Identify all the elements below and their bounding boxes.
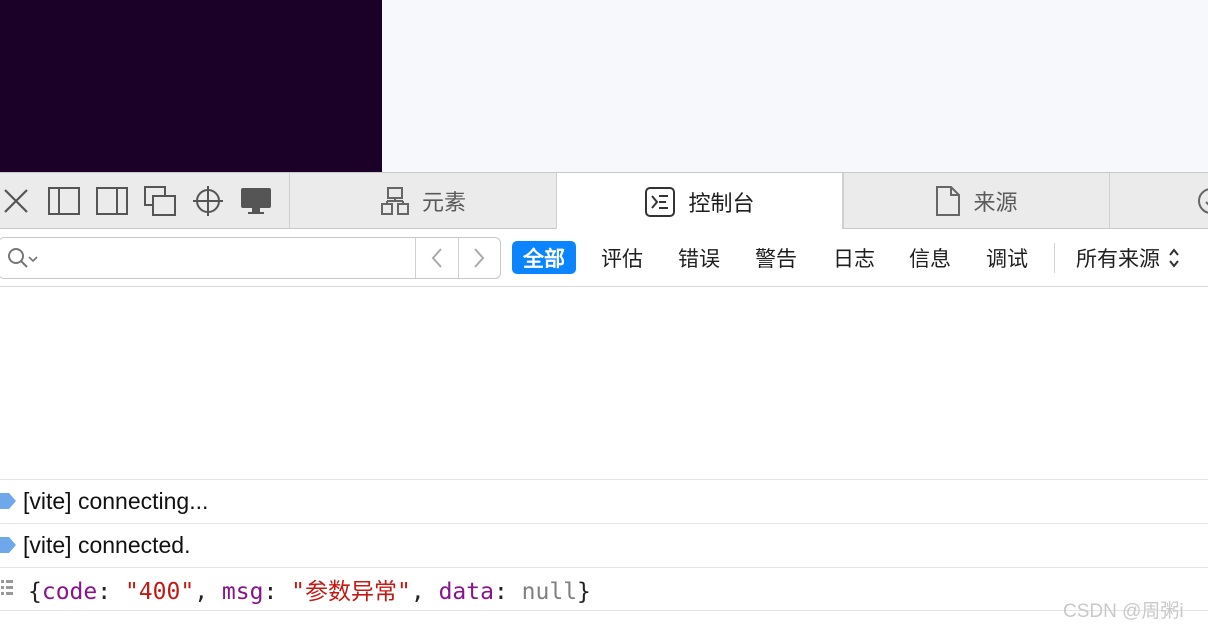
- dock-right-icon[interactable]: [94, 183, 130, 219]
- document-icon: [935, 185, 961, 217]
- log-row[interactable]: [vite] connecting...: [0, 479, 1208, 523]
- tab-sources[interactable]: 来源: [843, 173, 1109, 229]
- log-row[interactable]: [vite] connected.: [0, 523, 1208, 567]
- page-preview: [0, 0, 1208, 172]
- chevron-right-icon: [474, 248, 485, 268]
- level-info[interactable]: 信息: [898, 241, 962, 274]
- level-debugs[interactable]: 调试: [975, 241, 1039, 274]
- log-message: [vite] connected.: [23, 532, 191, 558]
- level-logs[interactable]: 日志: [822, 241, 886, 274]
- next-button[interactable]: [458, 238, 500, 278]
- info-tag-icon: [0, 492, 18, 515]
- level-all[interactable]: 全部: [512, 241, 576, 274]
- dock-left-icon[interactable]: [46, 183, 82, 219]
- level-evaluations[interactable]: 评估: [590, 241, 654, 274]
- log-list-icon: [0, 578, 14, 603]
- tab-console-label: 控制台: [688, 190, 755, 216]
- tab-sources-label: 来源: [973, 190, 1018, 215]
- tab-elements-label: 元素: [421, 190, 466, 215]
- close-icon[interactable]: [0, 183, 34, 219]
- device-monitor-icon[interactable]: [238, 183, 274, 219]
- elements-icon: [380, 186, 410, 216]
- log-message: [vite] connecting...: [23, 488, 209, 514]
- devtools-tab-bar: 元素 控制台 来源: [0, 172, 1208, 230]
- source-select[interactable]: 所有来源: [1076, 241, 1180, 274]
- info-tag-icon: [0, 536, 18, 559]
- tab-network[interactable]: [1109, 173, 1208, 229]
- log-row-object[interactable]: {code: "400", msg: "参数异常", data: null}: [0, 567, 1208, 611]
- tab-console[interactable]: 控制台: [556, 173, 843, 230]
- download-icon: [1196, 186, 1208, 216]
- chevron-left-icon: [431, 248, 442, 268]
- previous-button[interactable]: [416, 238, 458, 278]
- console-output: [vite] connecting... [vite] connected. {…: [0, 288, 1208, 628]
- console-icon: [644, 186, 676, 218]
- page-dark-panel: [0, 0, 382, 172]
- undock-icon[interactable]: [142, 183, 178, 219]
- search-box: [0, 237, 501, 279]
- updown-chevron-icon: [1169, 247, 1179, 268]
- search-input[interactable]: [45, 244, 405, 272]
- search-icon[interactable]: [7, 247, 39, 276]
- tab-elements[interactable]: 元素: [289, 173, 556, 229]
- console-filter-bar: 全部 评估 错误 警告 日志 信息 调试 所有来源: [0, 229, 1208, 287]
- source-select-label: 所有来源: [1076, 247, 1160, 271]
- watermark: CSDN @周粥i: [1063, 601, 1184, 622]
- object-preview[interactable]: {code: "400", msg: "参数异常", data: null}: [28, 572, 591, 606]
- level-warnings[interactable]: 警告: [744, 241, 808, 274]
- level-errors[interactable]: 错误: [667, 241, 731, 274]
- filter-divider: [1054, 243, 1055, 273]
- inspect-crosshair-icon[interactable]: [190, 183, 226, 219]
